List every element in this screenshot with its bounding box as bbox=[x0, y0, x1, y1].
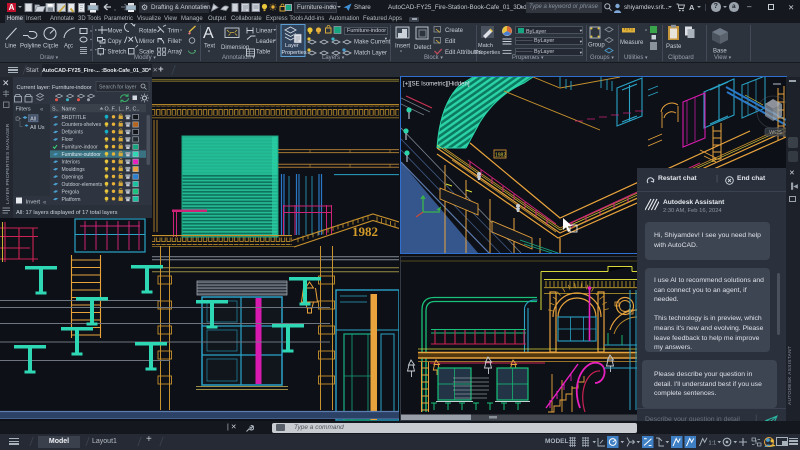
svg-text:Openings: Openings bbox=[62, 174, 84, 180]
svg-text:P..: P.. bbox=[126, 106, 132, 112]
svg-text:Counters-shelves: Counters-shelves bbox=[62, 122, 102, 128]
svg-text:Base: Base bbox=[713, 49, 727, 55]
svg-text:Properties: Properties bbox=[475, 50, 500, 56]
svg-text:[+][SE Isometric][Hidden]: [+][SE Isometric][Hidden] bbox=[403, 82, 470, 88]
svg-text:Invert: Invert bbox=[26, 199, 41, 205]
svg-text:Group: Group bbox=[588, 43, 605, 49]
svg-text:Rotate: Rotate bbox=[139, 29, 157, 35]
svg-text:Arc: Arc bbox=[64, 44, 73, 50]
svg-text:All: 17 layers displayed of 17: All: 17 layers displayed of 17 total lay… bbox=[16, 210, 118, 216]
svg-text:Furniture-outdoor: Furniture-outdoor bbox=[62, 152, 102, 158]
svg-text:Furniture-indoor: Furniture-indoor bbox=[62, 145, 99, 151]
svg-text:BRDTITLE: BRDTITLE bbox=[62, 115, 87, 121]
svg-text:Measure: Measure bbox=[620, 40, 644, 46]
svg-text:Linear: Linear bbox=[256, 29, 273, 35]
svg-text:LAYER PROPERTIES MANAGER: LAYER PROPERTIES MANAGER bbox=[5, 123, 11, 204]
svg-text:Create: Create bbox=[445, 28, 464, 34]
svg-text:Polyline: Polyline bbox=[20, 44, 42, 50]
svg-text:Fillet: Fillet bbox=[168, 39, 181, 45]
svg-text:Line: Line bbox=[5, 44, 17, 50]
svg-text:Interiors: Interiors bbox=[62, 160, 81, 166]
svg-text:Pergola: Pergola bbox=[62, 189, 80, 195]
svg-text:1982: 1982 bbox=[495, 153, 506, 159]
svg-text:Dimension: Dimension bbox=[221, 45, 249, 51]
svg-text:Floor: Floor bbox=[62, 137, 74, 143]
svg-text:Properties: Properties bbox=[282, 50, 307, 56]
svg-text:Copy: Copy bbox=[108, 39, 122, 45]
svg-text:Circle: Circle bbox=[43, 44, 59, 50]
svg-text:Filters: Filters bbox=[16, 106, 31, 112]
svg-text:Outdoor-elements: Outdoor-elements bbox=[62, 182, 103, 188]
svg-text:Text: Text bbox=[204, 44, 215, 50]
svg-text:Mirror: Mirror bbox=[139, 39, 155, 45]
svg-text:Layer: Layer bbox=[285, 43, 299, 49]
svg-text:All Us: All Us bbox=[30, 125, 45, 131]
svg-text:Trim: Trim bbox=[168, 29, 180, 35]
svg-text:Mouldings: Mouldings bbox=[62, 167, 86, 173]
svg-text:Search for layer: Search for layer bbox=[99, 85, 137, 91]
svg-text:C..: C.. bbox=[133, 106, 140, 112]
svg-text:A: A bbox=[203, 25, 214, 42]
svg-text:Paste: Paste bbox=[666, 44, 682, 50]
svg-text:Move: Move bbox=[108, 29, 123, 35]
svg-text:Match: Match bbox=[478, 43, 493, 49]
svg-text:F..: F.. bbox=[112, 106, 118, 112]
svg-text:All: All bbox=[30, 116, 36, 122]
svg-text:L..: L.. bbox=[119, 106, 125, 112]
svg-text:Stretch: Stretch bbox=[108, 50, 127, 56]
svg-text:Current layer: Furniture-indoo: Current layer: Furniture-indoor bbox=[17, 85, 92, 91]
svg-text:Edit: Edit bbox=[445, 39, 456, 45]
svg-text:Detect: Detect bbox=[414, 45, 432, 51]
svg-text:Insert: Insert bbox=[395, 44, 410, 50]
svg-text:Platform: Platform bbox=[62, 197, 81, 203]
svg-text:Match Layer: Match Layer bbox=[354, 51, 387, 57]
svg-text:Leader: Leader bbox=[256, 39, 275, 45]
svg-text:Name: Name bbox=[62, 106, 76, 112]
svg-text:1982: 1982 bbox=[352, 224, 378, 239]
svg-text:Scale: Scale bbox=[139, 50, 155, 56]
svg-text:WCS: WCS bbox=[769, 130, 782, 136]
svg-text:Array: Array bbox=[168, 50, 182, 56]
svg-text:S..: S.. bbox=[52, 106, 59, 112]
svg-text:Defpoints: Defpoints bbox=[62, 130, 84, 136]
svg-text:1:1: 1:1 bbox=[709, 441, 717, 447]
svg-text:Table: Table bbox=[256, 50, 271, 56]
